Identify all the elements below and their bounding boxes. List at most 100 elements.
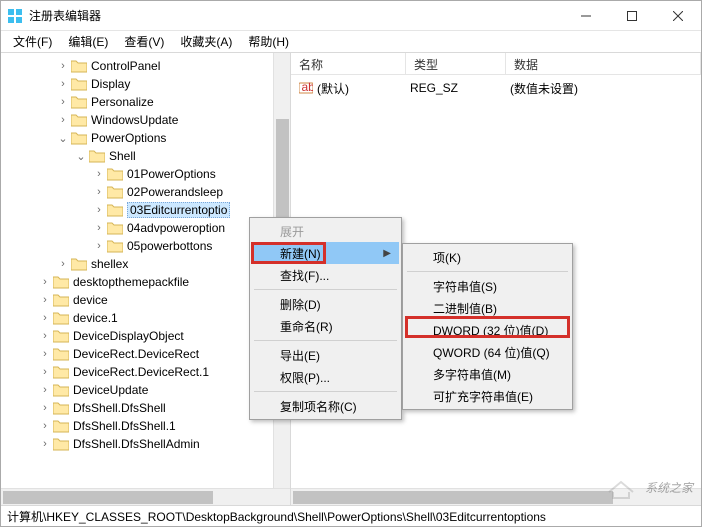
- context-menu-item[interactable]: 复制项名称(C): [252, 395, 399, 417]
- tree-toggle-icon[interactable]: ›: [93, 240, 105, 252]
- tree-toggle-icon[interactable]: ›: [39, 294, 51, 306]
- maximize-button[interactable]: [609, 1, 655, 31]
- tree-node-label: DfsShell.DfsShell: [73, 401, 166, 415]
- tree-node[interactable]: ⌄ PowerOptions: [3, 129, 290, 147]
- list-row[interactable]: ab (默认) REG_SZ (数值未设置): [291, 79, 701, 97]
- tree-node[interactable]: ›desktopthemepackfile: [3, 273, 290, 291]
- context-menu-item[interactable]: 多字符串值(M): [405, 363, 570, 385]
- folder-icon: [107, 185, 123, 199]
- folder-icon: [71, 131, 87, 145]
- context-menu-item[interactable]: DWORD (32 位)值(D): [405, 319, 570, 341]
- tree-node-label: ControlPanel: [91, 59, 160, 73]
- tree-toggle-icon[interactable]: ›: [57, 258, 69, 270]
- tree-toggle-icon[interactable]: ›: [39, 402, 51, 414]
- tree-node-label: PowerOptions: [91, 131, 166, 145]
- tree-node-label: WindowsUpdate: [91, 113, 178, 127]
- tree-toggle-icon[interactable]: ›: [39, 312, 51, 324]
- context-menu-item[interactable]: 查找(F)...: [252, 264, 399, 286]
- context-menu-item[interactable]: 删除(D): [252, 293, 399, 315]
- value-data: (数值未设置): [510, 80, 578, 97]
- tree-node[interactable]: › DeviceUpdate: [3, 381, 290, 399]
- context-menu-item[interactable]: 新建(N)▶: [252, 242, 399, 264]
- tree-node[interactable]: › 05powerbottons: [3, 237, 290, 255]
- tree-node[interactable]: ›DeviceDisplayObject: [3, 327, 290, 345]
- tree-node[interactable]: ›03Editcurrentoptio: [3, 201, 290, 219]
- tree-node[interactable]: › DeviceRect.DeviceRect.1: [3, 363, 290, 381]
- close-button[interactable]: [655, 1, 701, 31]
- tree-toggle-icon[interactable]: ›: [39, 438, 51, 450]
- tree-toggle-icon[interactable]: ›: [39, 330, 51, 342]
- tree-horizontal-scrollbar[interactable]: [1, 488, 290, 505]
- tree-toggle-icon[interactable]: ›: [57, 96, 69, 108]
- column-name[interactable]: 名称: [291, 53, 406, 74]
- tree-toggle-icon[interactable]: ›: [39, 276, 51, 288]
- submenu-arrow-icon: ▶: [383, 248, 391, 259]
- tree-toggle-icon[interactable]: ›: [39, 384, 51, 396]
- tree-node-label: Personalize: [91, 95, 154, 109]
- tree-toggle-icon[interactable]: ›: [93, 186, 105, 198]
- tree-node[interactable]: › Display: [3, 75, 290, 93]
- scrollbar-thumb[interactable]: [293, 491, 613, 504]
- tree-node[interactable]: › Personalize: [3, 93, 290, 111]
- context-menu-item[interactable]: 权限(P)...: [252, 366, 399, 388]
- string-value-icon: ab: [299, 81, 313, 95]
- tree-toggle-icon[interactable]: ›: [39, 348, 51, 360]
- context-menu-item[interactable]: 重命名(R): [252, 315, 399, 337]
- context-menu-item[interactable]: 导出(E): [252, 344, 399, 366]
- tree-node[interactable]: › DfsShell.DfsShell: [3, 399, 290, 417]
- context-menu-item[interactable]: 字符串值(S): [405, 275, 570, 297]
- folder-icon: [107, 239, 123, 253]
- column-data[interactable]: 数据: [506, 53, 701, 74]
- tree-node-label: DeviceUpdate: [73, 383, 148, 397]
- tree-node[interactable]: ›shellex: [3, 255, 290, 273]
- tree-toggle-icon[interactable]: ›: [93, 204, 105, 216]
- context-menu-item[interactable]: QWORD (64 位)值(Q): [405, 341, 570, 363]
- registry-tree[interactable]: › ControlPanel › Display › Personalize › Window…: [1, 53, 290, 457]
- tree-node-label: Display: [91, 77, 130, 91]
- scrollbar-thumb[interactable]: [3, 491, 213, 504]
- tree-node-label: DeviceRect.DeviceRect.1: [73, 365, 209, 379]
- tree-node-label: 02Powerandsleep: [127, 185, 223, 199]
- list-body[interactable]: ab (默认) REG_SZ (数值未设置): [291, 75, 701, 101]
- menu-file[interactable]: 文件(F): [5, 31, 60, 52]
- tree-node-label: device: [73, 293, 108, 307]
- context-menu: 展开新建(N)▶查找(F)... 删除(D)重命名(R) 导出(E)权限(P)...…: [249, 217, 402, 420]
- tree-node[interactable]: › ControlPanel: [3, 57, 290, 75]
- menu-view[interactable]: 查看(V): [116, 31, 172, 52]
- tree-node[interactable]: ›DfsShell.DfsShell.1: [3, 417, 290, 435]
- tree-toggle-icon[interactable]: ›: [57, 114, 69, 126]
- tree-toggle-icon[interactable]: ›: [57, 78, 69, 90]
- tree-node[interactable]: ›device.1: [3, 309, 290, 327]
- folder-icon: [107, 167, 123, 181]
- list-header: 名称 类型 数据: [291, 53, 701, 75]
- value-name: (默认): [317, 80, 410, 97]
- menu-edit[interactable]: 编辑(E): [60, 31, 116, 52]
- tree-toggle-icon[interactable]: ›: [39, 420, 51, 432]
- tree-toggle-icon[interactable]: ›: [57, 60, 69, 72]
- tree-node-label: 05powerbottons: [127, 239, 212, 253]
- minimize-button[interactable]: [563, 1, 609, 31]
- context-menu-item[interactable]: 项(K): [405, 246, 570, 268]
- tree-toggle-icon[interactable]: ⌄: [75, 150, 87, 163]
- context-menu-item: 展开: [252, 220, 399, 242]
- tree-node[interactable]: › DeviceRect.DeviceRect: [3, 345, 290, 363]
- tree-node[interactable]: ›01PowerOptions: [3, 165, 290, 183]
- tree-node[interactable]: › WindowsUpdate: [3, 111, 290, 129]
- tree-toggle-icon[interactable]: ›: [93, 168, 105, 180]
- tree-toggle-icon[interactable]: ›: [93, 222, 105, 234]
- folder-icon: [53, 311, 69, 325]
- menu-help[interactable]: 帮助(H): [240, 31, 297, 52]
- menu-favorites[interactable]: 收藏夹(A): [172, 31, 240, 52]
- column-type[interactable]: 类型: [406, 53, 506, 74]
- tree-node[interactable]: › device: [3, 291, 290, 309]
- context-menu-item[interactable]: 可扩充字符串值(E): [405, 385, 570, 407]
- tree-toggle-icon[interactable]: ⌄: [57, 132, 69, 145]
- tree-node[interactable]: ›04advpoweroption: [3, 219, 290, 237]
- tree-node[interactable]: ›DfsShell.DfsShellAdmin: [3, 435, 290, 453]
- tree-node[interactable]: › 02Powerandsleep: [3, 183, 290, 201]
- tree-toggle-icon[interactable]: ›: [39, 366, 51, 378]
- tree-node-label: DeviceRect.DeviceRect: [73, 347, 199, 361]
- tree-node[interactable]: ⌄Shell: [3, 147, 290, 165]
- list-horizontal-scrollbar[interactable]: [291, 488, 701, 505]
- context-menu-item[interactable]: 二进制值(B): [405, 297, 570, 319]
